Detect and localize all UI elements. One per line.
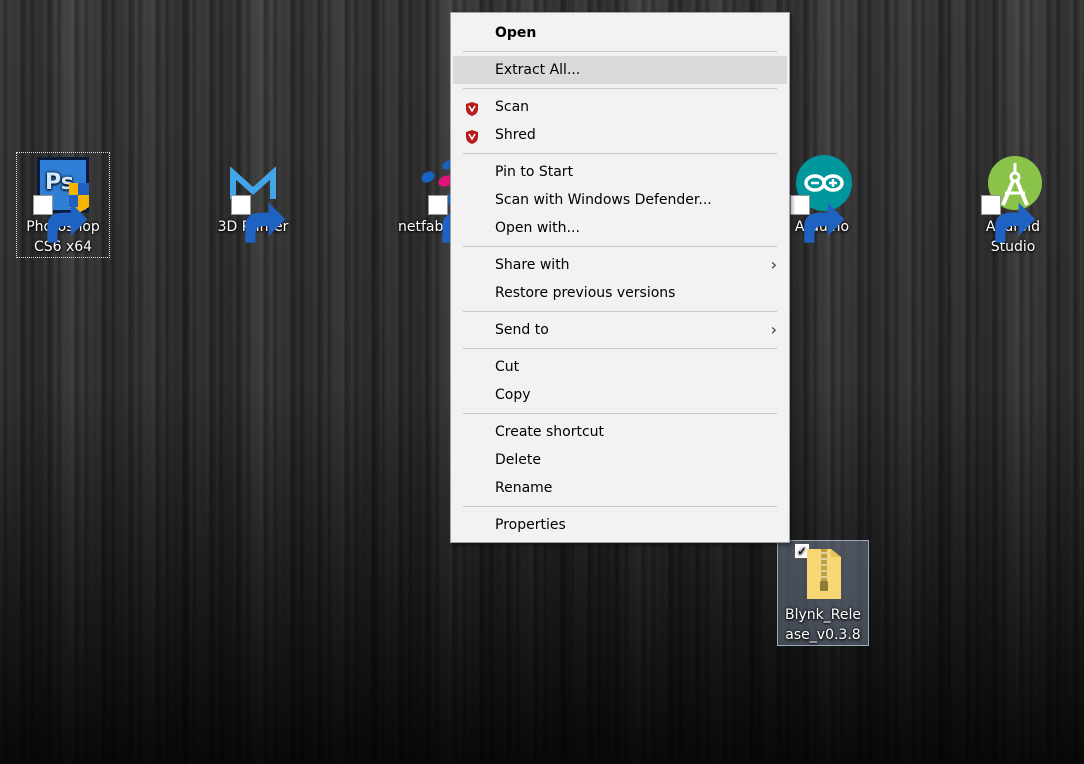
menu-item-label: Rename (495, 480, 553, 496)
menu-separator (463, 153, 777, 154)
menu-item-label: Create shortcut (495, 424, 605, 440)
menu-item-extract-all[interactable]: Extract All... (453, 56, 787, 84)
menu-item-create-shortcut[interactable]: Create shortcut (453, 418, 787, 446)
menu-item-pin-to-start[interactable]: Pin to Start (453, 158, 787, 186)
menu-item-restore-versions[interactable]: Restore previous versions (453, 279, 787, 307)
menu-separator (463, 506, 777, 507)
menu-item-label: Shred (495, 127, 536, 143)
menu-item-label: Pin to Start (495, 164, 574, 180)
menu-item-cut[interactable]: Cut (453, 353, 787, 381)
shortcut-arrow-icon (33, 195, 88, 243)
arduino-icon (790, 155, 852, 243)
menu-item-label: Open with... (495, 220, 580, 236)
menu-item-scan-defender[interactable]: Scan with Windows Defender... (453, 186, 787, 214)
photoshop-icon: Ps (33, 155, 93, 243)
menu-item-label: Copy (495, 387, 531, 403)
context-menu: Open Extract All... Scan Shred Pin to St… (450, 12, 790, 543)
desktop-icon-label: Blynk_Release_v0.3.8 (785, 607, 861, 643)
menu-item-label: Scan (495, 99, 530, 115)
menu-separator (463, 348, 777, 349)
menu-item-properties[interactable]: Properties (453, 511, 787, 539)
menu-item-shred[interactable]: Shred (453, 121, 787, 149)
menu-item-copy[interactable]: Copy (453, 381, 787, 409)
menu-item-label: Delete (495, 452, 541, 468)
menu-item-label: Send to (495, 322, 549, 338)
shortcut-arrow-icon (981, 195, 1036, 243)
menu-item-label: Share with (495, 257, 570, 273)
shortcut-arrow-icon (790, 195, 845, 243)
mcafee-shield-icon (464, 127, 480, 144)
zip-folder-icon (793, 543, 853, 603)
menu-item-open[interactable]: Open (453, 19, 787, 47)
desktop-icon-blynk-zip[interactable]: ✓ Blynk_Release_v0.3.8 (777, 540, 869, 646)
shortcut-arrow-icon (231, 195, 286, 243)
menu-item-rename[interactable]: Rename (453, 474, 787, 502)
menu-item-label: Open (495, 25, 537, 41)
menu-item-delete[interactable]: Delete (453, 446, 787, 474)
chevron-right-icon: › (770, 320, 777, 339)
menu-item-send-to[interactable]: Send to › (453, 316, 787, 344)
menu-separator (463, 311, 777, 312)
desktop-icon-3d-printer[interactable]: 3D Printer (207, 155, 299, 243)
menu-item-scan[interactable]: Scan (453, 93, 787, 121)
android-studio-icon (981, 155, 1043, 243)
menu-separator (463, 51, 777, 52)
menu-item-label: Cut (495, 359, 520, 375)
menu-separator (463, 413, 777, 414)
menu-item-label: Restore previous versions (495, 285, 676, 301)
menu-item-label: Extract All... (495, 62, 581, 78)
menu-item-share-with[interactable]: Share with › (453, 251, 787, 279)
desktop-icon-photoshop[interactable]: Ps Photoshop CS6 x64 (16, 152, 110, 258)
3d-printer-icon (223, 155, 286, 243)
menu-separator (463, 88, 777, 89)
mcafee-shield-icon (464, 99, 480, 116)
shortcut-arrow-icon (428, 195, 483, 243)
menu-item-open-with[interactable]: Open with... (453, 214, 787, 242)
menu-item-label: Scan with Windows Defender... (495, 192, 712, 208)
menu-item-label: Properties (495, 517, 566, 533)
chevron-right-icon: › (770, 255, 777, 274)
menu-separator (463, 246, 777, 247)
desktop-icon-android-studio[interactable]: Android Studio (967, 155, 1059, 257)
